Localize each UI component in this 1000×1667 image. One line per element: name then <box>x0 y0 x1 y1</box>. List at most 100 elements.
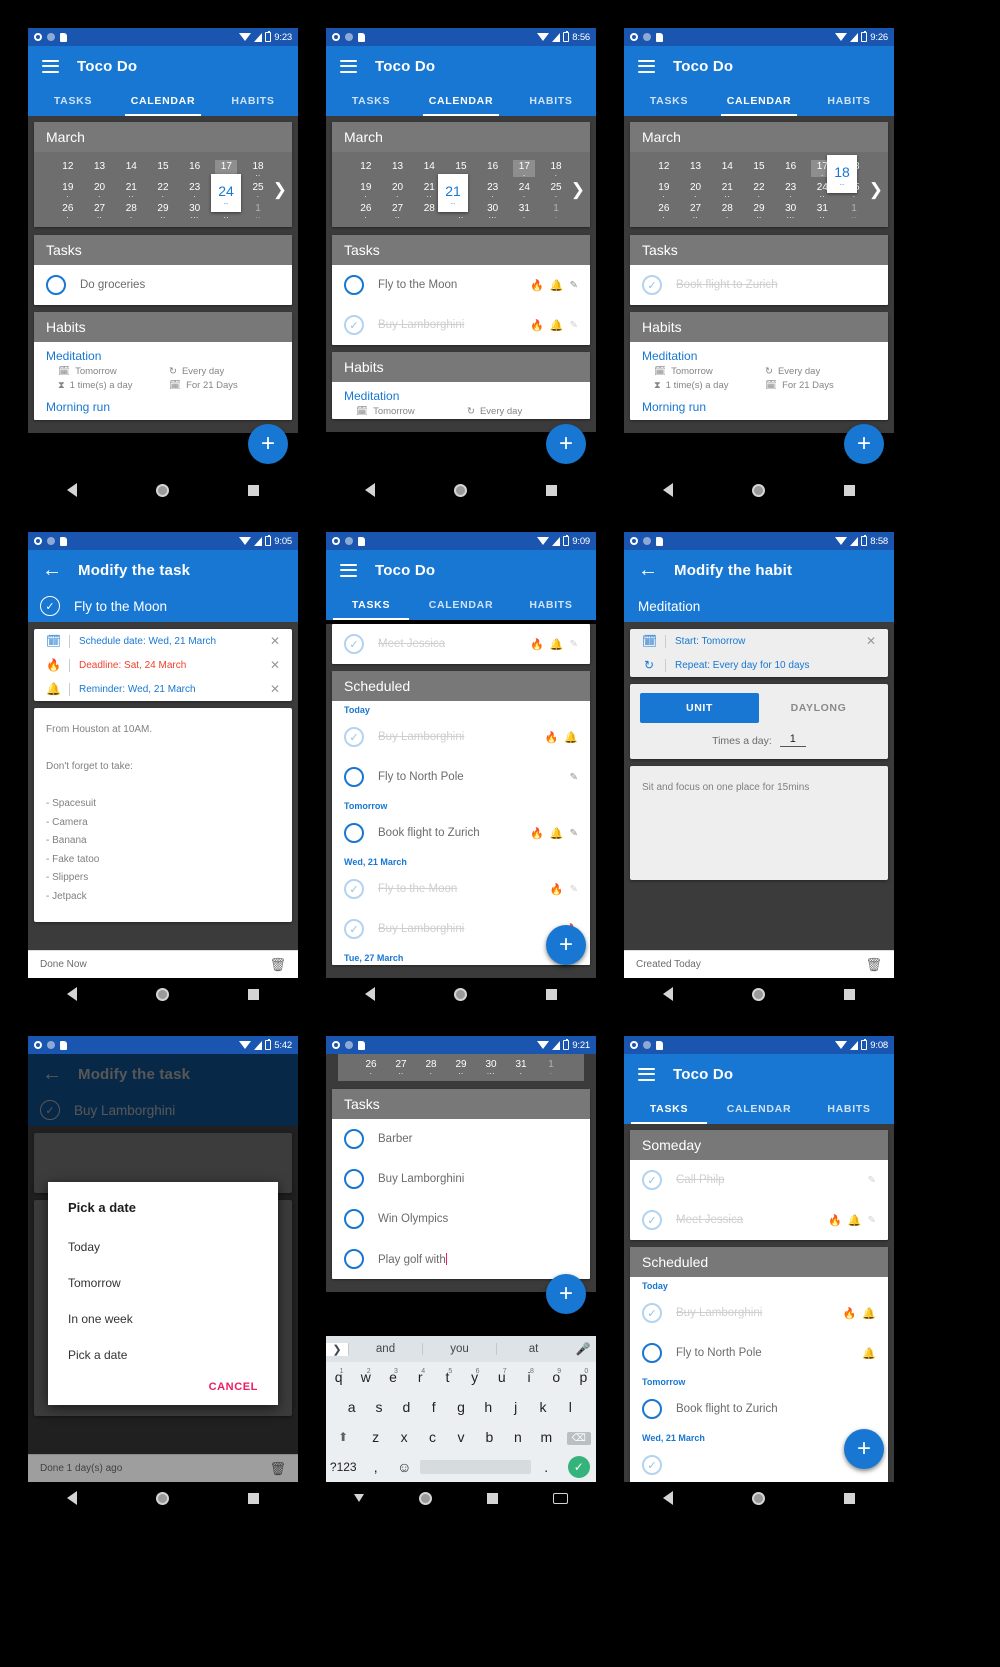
calendar-day[interactable]: 15 <box>152 160 174 177</box>
calendar-day[interactable]: 20. <box>685 181 707 199</box>
task-row[interactable]: ✓ Fly to the Moon 🔥 ✎ <box>332 869 590 909</box>
habit-name-next[interactable]: Morning run <box>630 393 888 420</box>
add-fab-button[interactable]: + <box>844 424 884 464</box>
dialog-option-in-one-week[interactable]: In one week <box>48 1301 278 1337</box>
task-checkbox-icon[interactable] <box>46 275 66 295</box>
calendar-day[interactable]: 29.. <box>450 1058 472 1076</box>
backspace-key-icon[interactable]: ⌫ <box>562 1430 596 1445</box>
calendar-day[interactable]: 13 <box>685 160 707 177</box>
meta-row-deadline[interactable]: 🔥 Deadline: Sat, 24 March ✕ <box>34 653 292 677</box>
calendar-day[interactable]: 26. <box>653 202 675 220</box>
calendar-day[interactable]: 19. <box>653 181 675 199</box>
key-u[interactable]: 7u <box>489 1368 514 1385</box>
key-e[interactable]: 3e <box>380 1368 405 1385</box>
key-x[interactable]: x <box>391 1429 417 1445</box>
calendar-day[interactable]: 16 <box>184 160 206 177</box>
edit-icon[interactable]: ✎ <box>868 1175 876 1186</box>
task-row[interactable]: ✓ Buy Lamborghini 🔥 🔔 <box>332 717 590 757</box>
symbols-key[interactable]: ?123 <box>326 1460 360 1474</box>
nav-hide-keyboard-icon[interactable] <box>353 1494 364 1502</box>
add-fab-button[interactable]: + <box>546 925 586 965</box>
key-l[interactable]: l <box>558 1399 583 1415</box>
calendar-grid[interactable]: 12 13 14 15 16 17. 18 19. 20. 21.. 22. 2… <box>630 152 888 227</box>
close-icon[interactable]: ✕ <box>866 634 876 648</box>
meta-row-reminder[interactable]: 🔔 Reminder: Wed, 21 March ✕ <box>34 677 292 701</box>
calendar-day[interactable]: 12 <box>57 160 79 177</box>
task-row[interactable]: Win Olympics <box>332 1199 590 1239</box>
nav-home-icon[interactable] <box>751 1491 765 1505</box>
nav-recents-icon[interactable] <box>487 1492 499 1504</box>
period-key[interactable]: . <box>533 1459 560 1475</box>
calendar-day[interactable]: 12 <box>355 160 377 177</box>
calendar-day[interactable]: 14 <box>716 160 738 177</box>
task-row[interactable]: Book flight to Zurich <box>630 1389 888 1429</box>
task-row[interactable]: Do groceries <box>34 265 292 305</box>
chevron-right-icon[interactable]: ❯ <box>273 180 287 200</box>
menu-icon[interactable] <box>42 59 59 73</box>
task-row[interactable]: Barber <box>332 1119 590 1159</box>
calendar-day-today[interactable]: 17. <box>513 160 536 178</box>
edit-icon[interactable]: ✎ <box>570 280 578 291</box>
task-row[interactable]: Buy Lamborghini <box>332 1159 590 1199</box>
tab-habits[interactable]: HABITS <box>506 590 596 620</box>
calendar-day[interactable]: 16 <box>482 160 504 177</box>
task-checkbox-icon[interactable] <box>344 767 364 787</box>
task-checkbox-icon[interactable]: ✓ <box>642 1210 662 1230</box>
tab-tasks[interactable]: TASKS <box>326 86 416 116</box>
key-p[interactable]: 0p <box>571 1368 596 1385</box>
chevron-right-icon[interactable]: ❯ <box>869 180 883 200</box>
nav-recents-icon[interactable] <box>545 484 557 496</box>
calendar-grid[interactable]: 12 13 14 15 16 17 18.. 19. 20. 21.. 22. … <box>34 152 292 227</box>
calendar-day[interactable]: 16 <box>780 160 802 177</box>
segment-unit[interactable]: UNIT <box>640 693 759 723</box>
calendar-day[interactable]: 28. <box>420 1058 442 1076</box>
calendar-day[interactable]: 13 <box>387 160 409 177</box>
calendar-day[interactable]: 23. <box>482 181 504 199</box>
meta-row-start[interactable]: 🗓 Start: Tomorrow ✕ <box>630 629 888 653</box>
edit-icon[interactable]: ✎ <box>570 639 578 650</box>
task-row[interactable]: ✓ Buy Lamborghini 🔥 🔔 ✎ <box>332 305 590 345</box>
task-checkbox-icon[interactable]: ✓ <box>642 1170 662 1190</box>
nav-recents-icon[interactable] <box>545 988 557 1000</box>
task-row[interactable]: Fly to North Pole 🔔 <box>630 1333 888 1373</box>
close-icon[interactable]: ✕ <box>270 658 280 672</box>
enter-key[interactable]: ✓ <box>562 1456 596 1478</box>
tab-calendar[interactable]: CALENDAR <box>416 590 506 620</box>
key-v[interactable]: v <box>448 1429 474 1445</box>
calendar-day[interactable]: 26. <box>360 1058 382 1076</box>
meta-row-schedule[interactable]: 🗓 Schedule date: Wed, 21 March ✕ <box>34 629 292 653</box>
calendar-day[interactable]: 28. <box>716 202 738 220</box>
key-s[interactable]: s <box>366 1399 391 1415</box>
task-checkbox-icon[interactable] <box>344 1209 364 1229</box>
menu-icon[interactable] <box>638 59 655 73</box>
chevron-right-icon[interactable]: ❯ <box>571 180 585 200</box>
nav-recents-icon[interactable] <box>247 1492 259 1504</box>
nav-home-icon[interactable] <box>155 987 169 1001</box>
nav-recents-icon[interactable] <box>843 484 855 496</box>
task-notes-card[interactable]: From Houston at 10AM. Don't forget to ta… <box>34 708 292 922</box>
nav-back-icon[interactable] <box>67 483 78 497</box>
calendar-day[interactable]: 25. <box>545 181 567 199</box>
task-row[interactable]: ✓ Buy Lamborghini 🔥 🔔 <box>630 1293 888 1333</box>
task-complete-icon[interactable]: ✓ <box>40 596 60 616</box>
task-checkbox-icon[interactable] <box>344 1129 364 1149</box>
nav-back-icon[interactable] <box>663 987 674 1001</box>
nav-home-icon[interactable] <box>418 1491 432 1505</box>
space-key[interactable] <box>419 1460 531 1474</box>
task-checkbox-icon[interactable]: ✓ <box>642 275 662 295</box>
calendar-day[interactable]: 20. <box>387 181 409 199</box>
nav-back-icon[interactable] <box>663 1491 674 1505</box>
nav-recents-icon[interactable] <box>247 484 259 496</box>
edit-icon[interactable]: ✎ <box>570 828 578 839</box>
key-q[interactable]: 1q <box>326 1368 351 1385</box>
task-checkbox-icon[interactable] <box>344 1249 364 1269</box>
dialog-option-pick-a-date[interactable]: Pick a date <box>48 1337 278 1373</box>
task-row[interactable]: ✓ Meet Jessica 🔥 🔔 ✎ <box>332 624 590 664</box>
task-row[interactable]: Fly to the Moon 🔥 🔔 ✎ <box>332 265 590 305</box>
calendar-day[interactable]: 14 <box>418 160 440 177</box>
task-checkbox-icon[interactable]: ✓ <box>344 919 364 939</box>
calendar-day[interactable]: 28 <box>418 202 440 219</box>
dialog-option-tomorrow[interactable]: Tomorrow <box>48 1265 278 1301</box>
key-j[interactable]: j <box>503 1399 528 1415</box>
calendar-day[interactable]: 29.. <box>152 202 174 220</box>
